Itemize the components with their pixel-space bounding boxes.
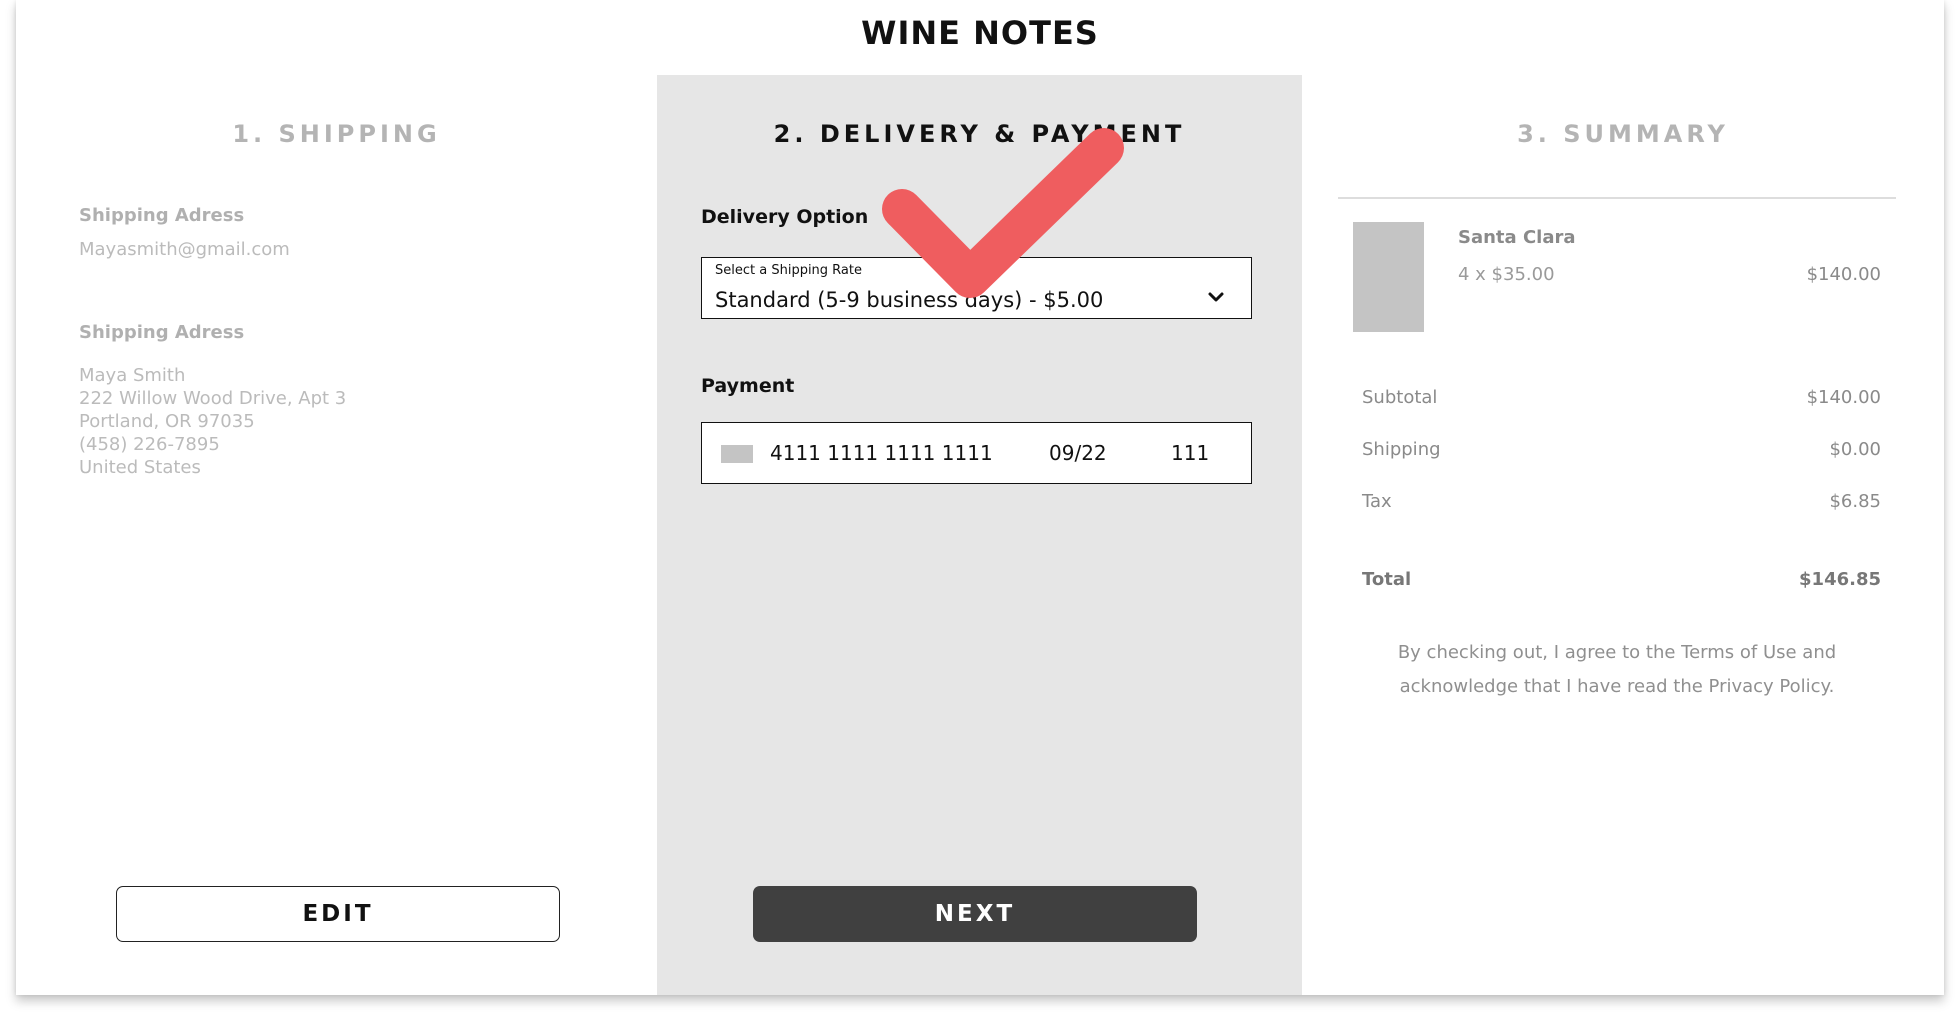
- step-delivery-payment[interactable]: 2. DELIVERY & PAYMENT: [657, 120, 1302, 148]
- total-label: Total: [1362, 569, 1412, 590]
- card-cvv[interactable]: 111: [1171, 441, 1209, 465]
- tax-value: $6.85: [1829, 491, 1881, 512]
- product-quantity-price: 4 x $35.00: [1458, 264, 1555, 285]
- card-number[interactable]: 4111 1111 1111 1111: [770, 441, 993, 465]
- edit-button[interactable]: EDIT: [116, 886, 560, 942]
- checkout-window: WINE NOTES 1. SHIPPING 2. DELIVERY & PAY…: [16, 0, 1944, 995]
- shipping-cost-label: Shipping: [1362, 439, 1441, 460]
- terms-text: By checking out, I agree to the Terms of…: [1397, 642, 1837, 697]
- total-value: $146.85: [1799, 569, 1881, 590]
- card-icon: [721, 445, 753, 463]
- address-line: United States: [79, 457, 201, 478]
- address-line: (458) 226-7895: [79, 434, 220, 455]
- product-thumbnail: [1353, 222, 1424, 332]
- delivery-option-label: Delivery Option: [701, 206, 869, 228]
- product-name: Santa Clara: [1458, 227, 1576, 248]
- shipping-address: Maya Smith 222 Willow Wood Drive, Apt 3 …: [79, 364, 346, 479]
- subtotal-value: $140.00: [1806, 387, 1881, 408]
- select-caption: Select a Shipping Rate: [715, 263, 862, 278]
- shipping-rate-select[interactable]: Select a Shipping Rate Standard (5-9 bus…: [701, 257, 1252, 319]
- next-button[interactable]: NEXT: [753, 886, 1197, 942]
- brand-title: WINE NOTES: [861, 14, 1099, 52]
- chevron-down-icon: [1208, 292, 1224, 302]
- shipping-email-label: Shipping Adress: [79, 205, 245, 226]
- shipping-email: Mayasmith@gmail.com: [79, 239, 290, 260]
- address-line: Maya Smith: [79, 365, 186, 386]
- tax-label: Tax: [1362, 491, 1392, 512]
- payment-card-field[interactable]: 4111 1111 1111 1111 09/22 111: [701, 422, 1252, 484]
- card-expiry[interactable]: 09/22: [1049, 441, 1107, 465]
- subtotal-label: Subtotal: [1362, 387, 1438, 408]
- address-line: 222 Willow Wood Drive, Apt 3: [79, 388, 347, 409]
- shipping-cost-value: $0.00: [1829, 439, 1881, 460]
- selected-shipping-rate: Standard (5-9 business days) - $5.00: [715, 288, 1104, 312]
- address-line: Portland, OR 97035: [79, 411, 255, 432]
- shipping-address-label: Shipping Adress: [79, 322, 245, 343]
- product-total: $140.00: [1806, 264, 1881, 285]
- step-shipping[interactable]: 1. SHIPPING: [16, 120, 657, 148]
- step-summary[interactable]: 3. SUMMARY: [1302, 120, 1944, 148]
- summary-divider: [1338, 197, 1896, 199]
- payment-label: Payment: [701, 375, 795, 397]
